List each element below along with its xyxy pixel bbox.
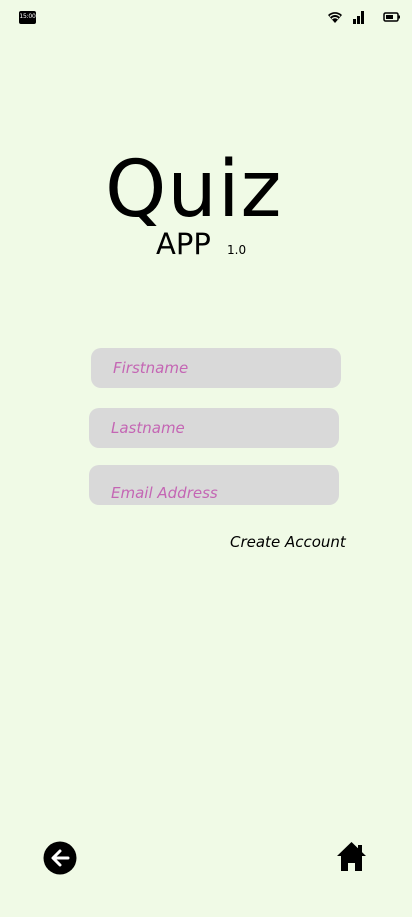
status-bar: 15:00 (0, 0, 412, 34)
battery-icon (383, 12, 400, 22)
firstname-input[interactable] (91, 348, 341, 388)
wifi-icon (328, 12, 342, 23)
arrow-left-circle-icon (43, 841, 77, 875)
status-time: 15:00 (19, 11, 36, 24)
app-subtitle: APP (156, 227, 211, 261)
create-account-link[interactable]: Create Account (230, 532, 346, 552)
back-button[interactable] (43, 841, 77, 875)
app-version: 1.0 (227, 243, 247, 257)
home-button[interactable] (334, 839, 369, 874)
email-input[interactable] (89, 465, 339, 505)
lastname-input[interactable] (89, 408, 339, 448)
signal-icon (353, 11, 364, 24)
home-icon (337, 842, 366, 871)
app-title: Quiz (105, 145, 283, 235)
